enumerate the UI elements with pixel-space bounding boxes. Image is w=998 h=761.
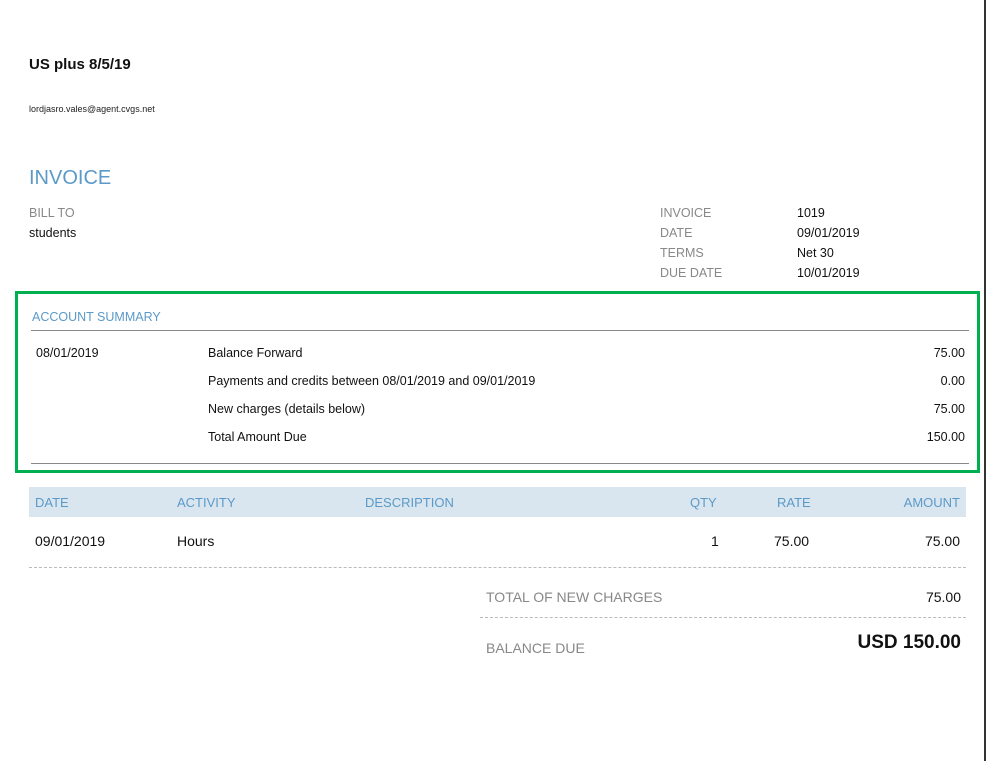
bill-to-label: BILL TO — [29, 206, 75, 220]
summary-row: Total Amount Due 150.00 — [208, 430, 965, 444]
table-row: 09/01/2019 Hours 1 75.00 75.00 — [29, 525, 966, 555]
row-divider — [29, 567, 966, 568]
item-activity: Hours — [177, 533, 215, 549]
summary-row-label: New charges (details below) — [208, 402, 366, 416]
summary-row-label: Total Amount Due — [208, 430, 307, 444]
total-new-charges-value: 75.00 — [925, 589, 961, 605]
item-rate: 75.00 — [774, 533, 810, 549]
summary-row: Balance Forward 75.00 — [208, 346, 965, 360]
summary-row-amount: 75.00 — [933, 346, 965, 360]
column-header-date: DATE — [35, 495, 69, 510]
totals-divider — [480, 617, 966, 618]
account-summary-title: ACCOUNT SUMMARY — [32, 310, 161, 324]
column-header-description: DESCRIPTION — [365, 495, 454, 510]
meta-label: DATE — [660, 226, 693, 240]
meta-row: DATE 09/01/2019 — [660, 226, 860, 246]
divider — [31, 463, 969, 464]
summary-row: New charges (details below) 75.00 — [208, 402, 965, 416]
summary-row: Payments and credits between 08/01/2019 … — [208, 374, 965, 388]
summary-row-amount: 0.00 — [940, 374, 965, 388]
total-new-charges-label: TOTAL OF NEW CHARGES — [486, 589, 663, 605]
meta-row: INVOICE 1019 — [660, 206, 860, 226]
meta-label: INVOICE — [660, 206, 712, 220]
items-table-header: DATE ACTIVITY DESCRIPTION QTY RATE AMOUN… — [29, 487, 966, 517]
invoice-meta: INVOICE 1019 DATE 09/01/2019 TERMS Net 3… — [660, 206, 860, 286]
meta-row: TERMS Net 30 — [660, 246, 860, 266]
summary-row-label: Payments and credits between 08/01/2019 … — [208, 374, 536, 388]
meta-row: DUE DATE 10/01/2019 — [660, 266, 860, 286]
column-header-activity: ACTIVITY — [177, 495, 236, 510]
meta-label: DUE DATE — [660, 266, 723, 280]
divider — [31, 330, 969, 331]
balance-due-value: USD 150.00 — [857, 632, 961, 653]
invoice-title: INVOICE — [29, 167, 112, 189]
page-edge — [984, 0, 986, 761]
column-header-qty: QTY — [690, 495, 717, 510]
summary-row-label: Balance Forward — [208, 346, 303, 360]
item-amount: 75.00 — [924, 533, 960, 549]
meta-label: TERMS — [660, 246, 704, 260]
item-qty: 1 — [711, 533, 719, 549]
item-date: 09/01/2019 — [35, 533, 106, 549]
summary-row-amount: 150.00 — [926, 430, 965, 444]
column-header-amount: AMOUNT — [903, 495, 960, 510]
summary-row-amount: 75.00 — [933, 402, 965, 416]
invoice-page: US plus 8/5/19 lordjasro.vales@agent.cvg… — [0, 0, 998, 761]
account-summary-box: ACCOUNT SUMMARY 08/01/2019 Balance Forwa… — [15, 291, 980, 473]
meta-value: Net 30 — [797, 246, 834, 260]
meta-value: 10/01/2019 — [797, 266, 860, 280]
company-name: US plus 8/5/19 — [29, 56, 131, 73]
meta-value: 1019 — [797, 206, 825, 220]
company-email: lordjasro.vales@agent.cvgs.net — [29, 104, 155, 114]
meta-value: 09/01/2019 — [797, 226, 860, 240]
bill-to-value: students — [29, 226, 77, 240]
column-header-rate: RATE — [777, 495, 811, 510]
account-summary-date: 08/01/2019 — [36, 346, 99, 360]
balance-due-label: BALANCE DUE — [486, 640, 585, 656]
